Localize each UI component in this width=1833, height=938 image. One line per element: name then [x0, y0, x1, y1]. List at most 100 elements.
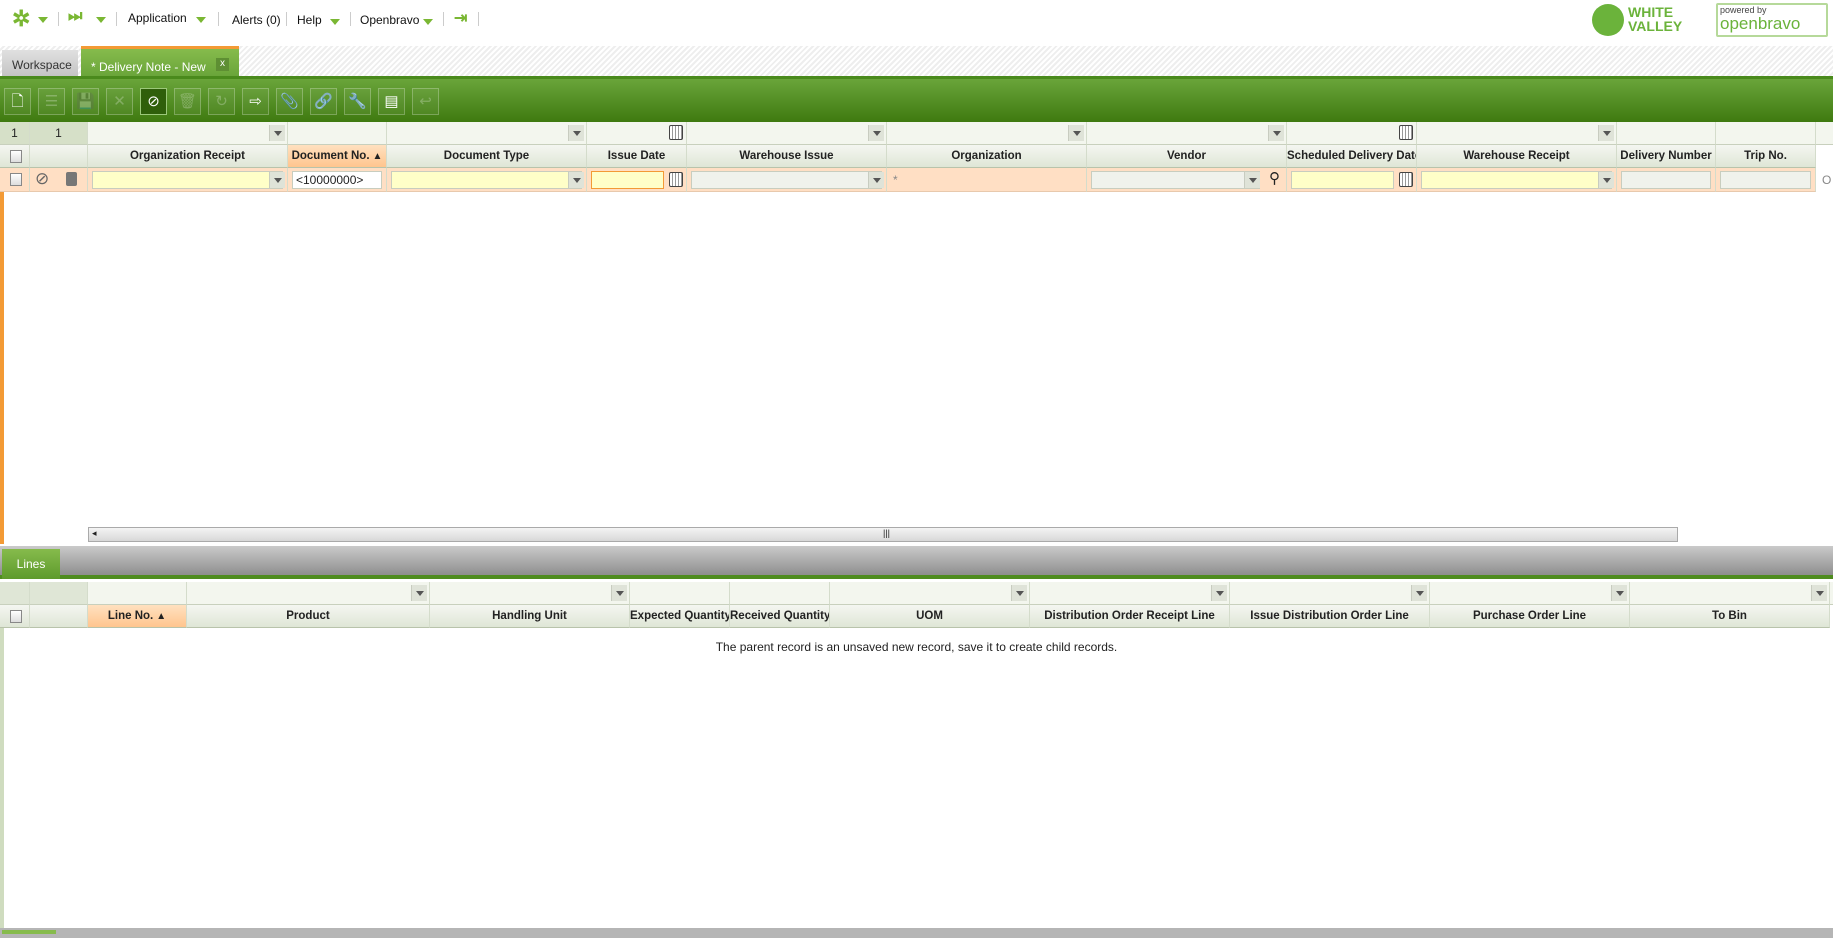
filter-cell[interactable]	[587, 122, 687, 145]
save-row-icon[interactable]	[66, 172, 77, 186]
column-header[interactable]: Document No. ▲	[288, 145, 387, 168]
filter-cell[interactable]	[1630, 582, 1830, 605]
column-header[interactable]: Purchase Order Line	[1430, 605, 1630, 628]
filter-cell[interactable]	[288, 122, 387, 145]
chevron-down-icon[interactable]	[423, 14, 433, 28]
dropdown-arrow-icon[interactable]	[269, 125, 285, 141]
filter-cell[interactable]	[1716, 122, 1816, 145]
dropdown-arrow-icon[interactable]	[611, 585, 627, 601]
column-header[interactable]: Warehouse Receipt	[1417, 145, 1617, 168]
dropdown-arrow-icon[interactable]	[1068, 125, 1084, 141]
save-button[interactable]: 💾	[72, 88, 99, 115]
dropdown-arrow-icon[interactable]	[1598, 125, 1614, 141]
column-header[interactable]: To Bin	[1630, 605, 1830, 628]
customize-button[interactable]: 🔧	[344, 88, 371, 115]
chevron-down-icon[interactable]	[330, 14, 340, 28]
quick-create-icon[interactable]: ⏭	[68, 8, 82, 26]
select-all-checkbox[interactable]	[10, 610, 22, 623]
field-input[interactable]	[591, 171, 664, 189]
field-input[interactable]	[391, 171, 582, 189]
dropdown-arrow-icon[interactable]	[1598, 172, 1614, 188]
dropdown-arrow-icon[interactable]	[1268, 125, 1284, 141]
dropdown-arrow-icon[interactable]	[1211, 585, 1227, 601]
filter-cell[interactable]	[88, 122, 288, 145]
row-checkbox[interactable]	[10, 173, 22, 186]
link-button[interactable]: 🔗	[310, 88, 337, 115]
filter-cell[interactable]	[1230, 582, 1430, 605]
filter-cell[interactable]	[630, 582, 730, 605]
column-header[interactable]: Delivery Number	[1617, 145, 1716, 168]
column-header[interactable]: Line No. ▲	[88, 605, 187, 628]
close-tab-icon[interactable]: x	[216, 58, 229, 71]
filter-cell[interactable]	[687, 122, 887, 145]
column-header[interactable]: Vendor	[1087, 145, 1287, 168]
dropdown-arrow-icon[interactable]	[868, 172, 884, 188]
save-close-button[interactable]: ✕	[106, 88, 133, 115]
filter-cell[interactable]	[1430, 582, 1630, 605]
field-input[interactable]	[1421, 171, 1612, 189]
scroll-left-icon[interactable]: ◂	[92, 528, 97, 539]
column-header[interactable]: Trip No.	[1716, 145, 1816, 168]
dropdown-arrow-icon[interactable]	[1011, 585, 1027, 601]
calendar-icon[interactable]	[1399, 125, 1413, 140]
filter-cell[interactable]	[1087, 122, 1287, 145]
column-header[interactable]: Scheduled Delivery Date	[1287, 145, 1417, 168]
field-input[interactable]	[1291, 171, 1394, 189]
quick-launch-icon[interactable]: ✲	[12, 6, 30, 32]
filter-cell[interactable]	[187, 582, 430, 605]
refresh-button[interactable]: ↻	[208, 88, 235, 115]
field-input[interactable]	[1091, 171, 1260, 189]
calendar-icon[interactable]	[669, 125, 683, 140]
field-input[interactable]	[92, 171, 283, 189]
new-document-button[interactable]: 🗋	[4, 88, 31, 115]
dropdown-arrow-icon[interactable]	[1611, 585, 1627, 601]
dropdown-arrow-icon[interactable]	[868, 125, 884, 141]
field-input[interactable]	[1720, 171, 1811, 189]
horizontal-scrollbar[interactable]: ◂ |||	[88, 527, 1678, 542]
filter-cell[interactable]	[1287, 122, 1417, 145]
column-header[interactable]: Issue Date	[587, 145, 687, 168]
alerts-link[interactable]: Alerts (0)	[232, 13, 281, 27]
new-row-button[interactable]: ☰	[38, 88, 65, 115]
column-header[interactable]: Distribution Order Receipt Line	[1030, 605, 1230, 628]
cancel-edit-icon[interactable]: ⊘	[35, 169, 49, 189]
toggle-view-button[interactable]: ▤	[378, 88, 405, 115]
tab-workspace[interactable]: Workspace	[2, 50, 78, 76]
column-header[interactable]: Warehouse Issue	[687, 145, 887, 168]
column-header[interactable]: Issue Distribution Order Line	[1230, 605, 1430, 628]
column-header[interactable]: UOM	[830, 605, 1030, 628]
logout-icon[interactable]: ⇥	[454, 8, 467, 28]
dropdown-arrow-icon[interactable]	[568, 172, 584, 188]
attach-button[interactable]: 📎	[276, 88, 303, 115]
export-button[interactable]: ⇨	[242, 88, 269, 115]
filter-cell[interactable]	[1617, 122, 1716, 145]
dropdown-arrow-icon[interactable]	[1411, 585, 1427, 601]
filter-cell[interactable]	[88, 582, 187, 605]
filter-cell[interactable]	[887, 122, 1087, 145]
column-header[interactable]: Organization	[887, 145, 1087, 168]
document-no-input[interactable]: <10000000>	[292, 171, 382, 189]
application-menu[interactable]: Application	[128, 11, 187, 25]
user-menu[interactable]: Openbravo	[360, 13, 419, 27]
column-header[interactable]: Expected Quantity	[630, 605, 730, 628]
clone-button[interactable]: ↩	[412, 88, 439, 115]
dropdown-arrow-icon[interactable]	[1244, 172, 1260, 188]
dropdown-arrow-icon[interactable]	[1811, 585, 1827, 601]
chevron-down-icon[interactable]	[196, 12, 206, 26]
column-header[interactable]: Document Type	[387, 145, 587, 168]
filter-cell[interactable]	[1417, 122, 1617, 145]
chevron-down-icon[interactable]	[96, 12, 106, 26]
dropdown-arrow-icon[interactable]	[568, 125, 584, 141]
field-input[interactable]	[1621, 171, 1711, 189]
column-header[interactable]: Product	[187, 605, 430, 628]
undo-button[interactable]: ⊘	[140, 88, 167, 115]
filter-cell[interactable]	[730, 582, 830, 605]
filter-cell[interactable]	[430, 582, 630, 605]
column-header[interactable]: Received Quantity	[730, 605, 830, 628]
search-icon[interactable]: ⚲	[1269, 169, 1280, 187]
calendar-icon[interactable]	[669, 172, 683, 187]
dropdown-arrow-icon[interactable]	[411, 585, 427, 601]
filter-cell[interactable]	[1030, 582, 1230, 605]
calendar-icon[interactable]	[1399, 172, 1413, 187]
filter-cell[interactable]	[387, 122, 587, 145]
